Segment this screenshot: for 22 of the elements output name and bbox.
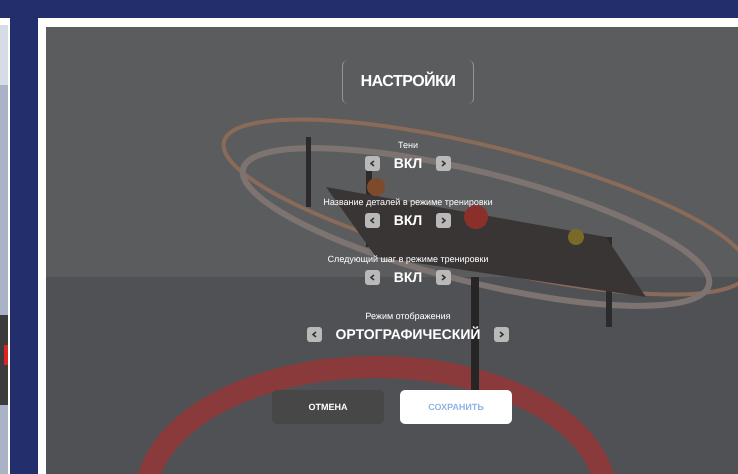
next-button[interactable] [436,270,452,284]
chevron-left-icon [368,216,377,224]
next-button[interactable] [494,326,510,342]
chevron-right-icon [439,158,448,168]
setting-label: Следующий шаг в режиме тренировки [328,254,488,264]
setting-label: Тени [398,140,418,150]
setting-value: ВКЛ [394,212,422,228]
chevron-right-icon [439,272,448,282]
setting-value: ВКЛ [394,155,422,171]
chevron-left-icon [368,272,377,282]
setting-label: Название деталей в режиме тренировки [323,197,493,207]
chevron-left-icon [310,330,319,338]
setting-value: ВКЛ [394,269,422,285]
chevron-right-icon [439,216,448,224]
settings-title: НАСТРОЙКИ [342,60,474,104]
next-button[interactable] [436,156,452,170]
chevron-left-icon [368,158,377,168]
chevron-right-icon [497,330,506,338]
setting-value: ОРТОГРАФИЧЕСКИЙ [336,326,480,342]
setting-label: Режим отображения [365,311,451,321]
next-button[interactable] [436,212,452,228]
cancel-button[interactable]: ОТМЕНА [272,390,384,424]
